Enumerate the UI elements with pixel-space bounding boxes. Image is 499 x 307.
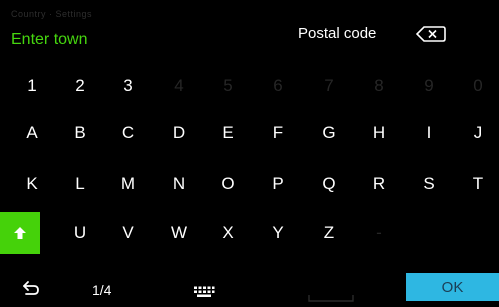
key-j[interactable]: J	[458, 113, 498, 153]
back-button[interactable]	[22, 280, 40, 296]
shift-arrow-icon	[14, 227, 26, 239]
key-i[interactable]: I	[409, 113, 449, 153]
key-y[interactable]: Y	[258, 213, 298, 253]
key-5: 5	[223, 76, 233, 95]
key-t[interactable]: T	[458, 164, 498, 204]
back-arrow-icon	[23, 281, 39, 295]
keyboard-row-numbers: 1 2 3 4 5 6 7 8 9 0	[0, 66, 499, 106]
keyboard-row-k-t: K L M N O P Q R S T	[0, 164, 499, 204]
backspace-button[interactable]	[415, 26, 446, 42]
bottom-bar: 1/4 OK	[0, 271, 499, 302]
key-4: 4	[174, 76, 184, 95]
key-o[interactable]: O	[208, 164, 248, 204]
key-0: 0	[473, 76, 483, 95]
keyboard-row-u-z: U V W X Y Z -	[0, 212, 499, 254]
key-3[interactable]: 3	[108, 66, 148, 106]
key-h[interactable]: H	[359, 113, 399, 153]
key-r[interactable]: R	[359, 164, 399, 204]
key-e[interactable]: E	[208, 113, 248, 153]
key-s[interactable]: S	[409, 164, 449, 204]
key-k[interactable]: K	[12, 164, 52, 204]
key-1[interactable]: 1	[12, 66, 52, 106]
key-8: 8	[374, 76, 384, 95]
key-w[interactable]: W	[159, 213, 199, 253]
key-a[interactable]: A	[12, 113, 52, 153]
space-key	[308, 289, 354, 302]
key-p[interactable]: P	[258, 164, 298, 204]
page-indicator: 1/4	[92, 282, 112, 298]
key-hyphen: -	[376, 223, 382, 242]
key-v[interactable]: V	[108, 213, 148, 253]
keyboard-icon	[194, 286, 215, 297]
key-9: 9	[424, 76, 434, 95]
town-input[interactable]: Enter town	[11, 31, 87, 49]
key-f[interactable]: F	[258, 113, 298, 153]
key-6: 6	[273, 76, 283, 95]
key-l[interactable]: L	[60, 164, 100, 204]
key-u[interactable]: U	[60, 213, 100, 253]
navigation-keyboard-screen: Country · Settings Enter town Postal cod…	[0, 0, 499, 302]
key-x[interactable]: X	[208, 213, 248, 253]
key-q[interactable]: Q	[309, 164, 349, 204]
backspace-icon	[415, 26, 446, 42]
key-c[interactable]: C	[108, 113, 148, 153]
key-g[interactable]: G	[309, 113, 349, 153]
key-n[interactable]: N	[159, 164, 199, 204]
key-7: 7	[324, 76, 334, 95]
key-d[interactable]: D	[159, 113, 199, 153]
postal-code-button[interactable]: Postal code	[298, 25, 376, 42]
key-m[interactable]: M	[108, 164, 148, 204]
key-b[interactable]: B	[60, 113, 100, 153]
key-2[interactable]: 2	[60, 66, 100, 106]
breadcrumb: Country · Settings	[11, 9, 93, 19]
keyboard-layout-button[interactable]	[193, 285, 215, 297]
key-z[interactable]: Z	[309, 213, 349, 253]
ok-button[interactable]: OK	[406, 273, 499, 301]
shift-key[interactable]	[0, 212, 40, 254]
keyboard-row-a-j: A B C D E F G H I J	[0, 113, 499, 153]
